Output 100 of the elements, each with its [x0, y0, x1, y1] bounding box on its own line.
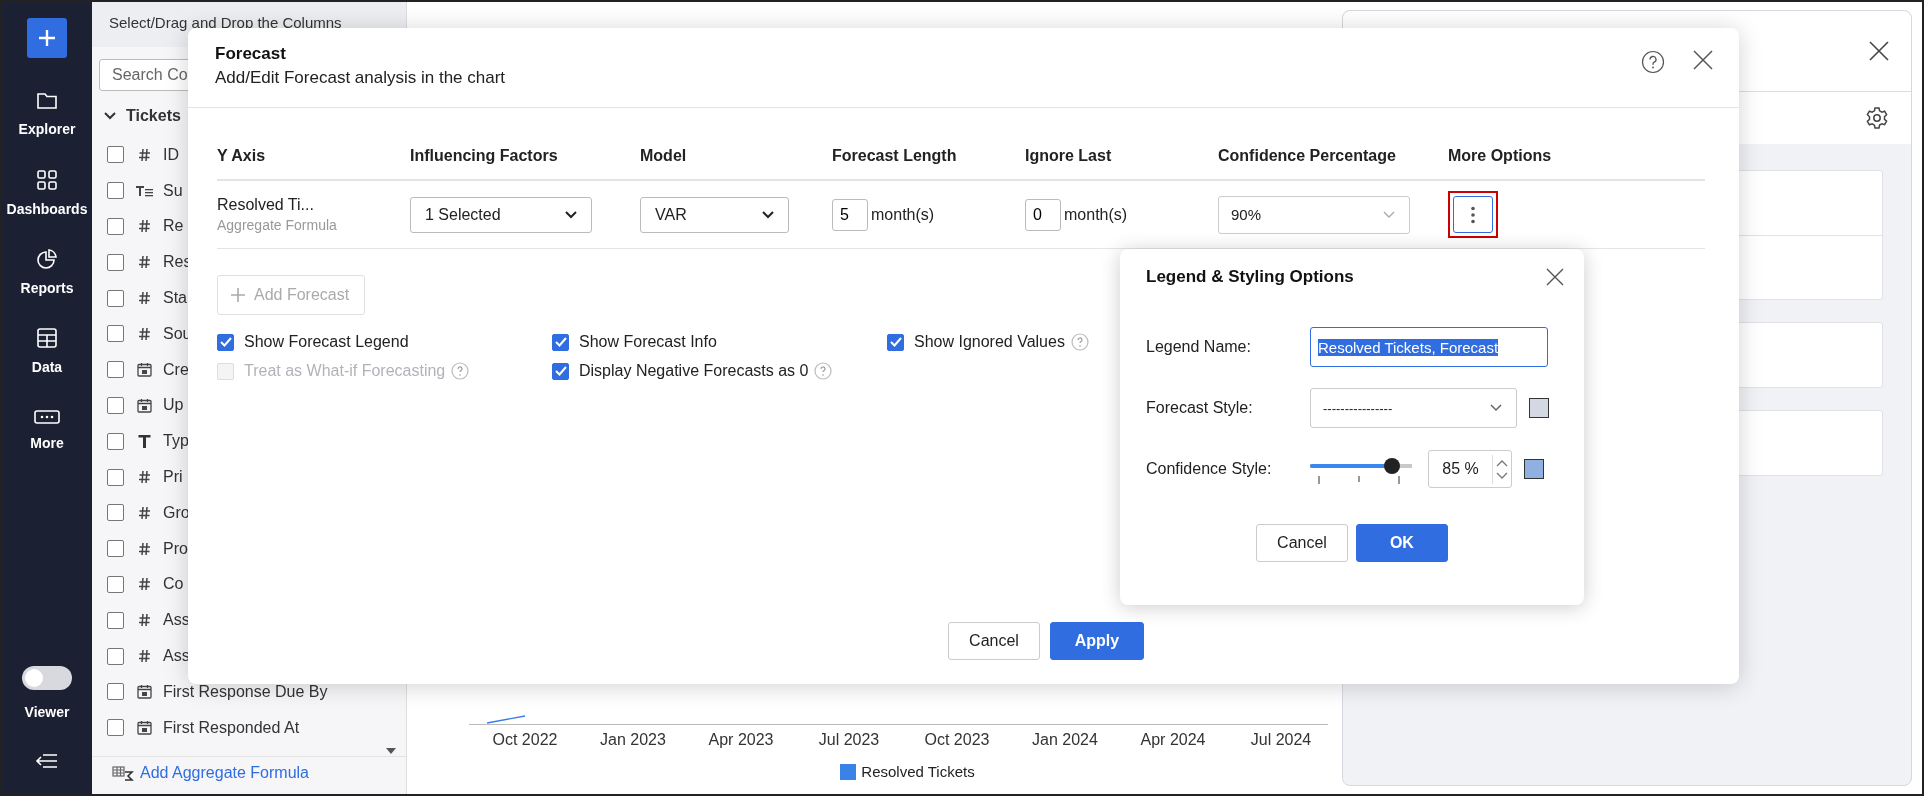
column-header: More Options — [1448, 146, 1553, 165]
scroll-down-icon[interactable] — [386, 747, 396, 754]
grid-icon — [36, 168, 58, 191]
line-segment — [487, 714, 527, 724]
arrow-down-icon[interactable] — [1496, 471, 1508, 480]
checkbox[interactable] — [107, 683, 124, 701]
plus-icon — [37, 28, 57, 48]
checkbox[interactable] — [107, 146, 124, 164]
column-name[interactable]: Pro — [163, 539, 188, 558]
checkbox[interactable] — [107, 218, 124, 235]
hash-icon — [136, 219, 153, 234]
axis-label: Oct 2022 — [491, 731, 559, 749]
unit-label: month(s) — [871, 205, 935, 224]
checkbox[interactable] — [107, 611, 124, 629]
checkbox[interactable] — [107, 289, 124, 307]
forecast-style-dropdown[interactable]: ---------------- — [1310, 388, 1517, 428]
apply-button[interactable]: Apply — [1049, 622, 1144, 660]
unit-label: month(s) — [1064, 205, 1128, 224]
checkbox[interactable] — [107, 253, 124, 271]
text-icon — [136, 184, 153, 197]
hash-icon — [136, 541, 153, 556]
hash-icon — [136, 255, 153, 270]
hash-icon — [136, 613, 153, 628]
nav-item[interactable]: Dashboards — [6, 153, 88, 232]
option-label: Show Forecast Legend — [244, 333, 409, 351]
checkbox[interactable] — [107, 325, 124, 343]
checkbox[interactable] — [107, 719, 124, 737]
close-icon[interactable] — [1546, 268, 1564, 286]
option-label: Treat as What-if Forecasting — [244, 362, 446, 380]
column-name[interactable]: First Responded At — [163, 718, 300, 737]
forecast-length-field[interactable]: 5 — [832, 198, 868, 231]
checkbox[interactable] — [107, 361, 124, 379]
checkbox[interactable] — [107, 504, 124, 522]
nav-item[interactable]: More — [30, 390, 64, 469]
axis-label: Apr 2023 — [707, 731, 775, 749]
cancel-button[interactable]: Cancel — [948, 622, 1040, 660]
column-name[interactable]: Pri — [163, 468, 183, 487]
column-name[interactable]: Cre — [163, 360, 189, 379]
chevron-icon[interactable] — [104, 111, 116, 121]
table-name[interactable]: Tickets — [126, 107, 181, 125]
column-name[interactable]: Ass — [163, 647, 190, 666]
calendar-icon — [136, 720, 153, 736]
column-name[interactable]: Re — [163, 217, 184, 236]
ok-button[interactable]: OK — [1355, 524, 1448, 562]
column-name[interactable]: Typ — [163, 432, 189, 451]
more-icon — [34, 408, 60, 425]
collapse-icon[interactable] — [35, 752, 59, 770]
checkbox[interactable] — [887, 333, 904, 351]
checkbox[interactable] — [107, 647, 124, 665]
column-name[interactable]: Co — [163, 575, 184, 594]
column-name[interactable]: First Response Due By — [163, 682, 328, 701]
checkbox[interactable] — [107, 468, 124, 486]
close-icon[interactable] — [1869, 41, 1889, 61]
opacity-spinner[interactable]: 85 % — [1428, 450, 1512, 488]
settings-icon[interactable] — [1865, 106, 1889, 130]
add-aggregate-formula-link[interactable]: Add Aggregate Formula — [140, 763, 309, 782]
type-icon — [136, 434, 153, 448]
hash-icon — [136, 577, 153, 592]
hash-icon — [136, 326, 153, 341]
legend-swatch — [840, 763, 857, 780]
nav-item[interactable]: Data — [31, 311, 63, 390]
hash-icon — [136, 470, 153, 485]
confidence-dropdown[interactable]: 90% — [1218, 195, 1410, 234]
add-button[interactable] — [27, 18, 67, 58]
checkbox[interactable] — [107, 540, 124, 558]
model-dropdown[interactable]: VAR — [640, 196, 789, 233]
toggle-label: Viewer — [24, 704, 70, 720]
checkbox[interactable] — [107, 182, 124, 200]
option-label: Display Negative Forecasts as 0 — [579, 362, 809, 380]
checkbox[interactable] — [552, 362, 569, 380]
cancel-button[interactable]: Cancel — [1256, 524, 1348, 562]
checkbox[interactable] — [552, 333, 569, 351]
axis-label: Oct 2023 — [923, 731, 991, 749]
column-name[interactable]: Ass — [163, 611, 190, 630]
color-swatch[interactable] — [1524, 459, 1544, 479]
column-name[interactable]: ID — [163, 145, 179, 164]
color-swatch[interactable] — [1529, 398, 1549, 418]
nav-item[interactable]: Reports — [20, 232, 74, 311]
checkbox[interactable] — [107, 575, 124, 593]
column-name[interactable]: Up — [163, 396, 184, 415]
option-label: Show Ignored Values — [914, 333, 1065, 351]
table-icon — [36, 326, 58, 349]
column-name[interactable]: Su — [163, 181, 183, 200]
legend-name-field[interactable]: Resolved Tickets, Forecast — [1310, 327, 1548, 367]
chevron-down-icon — [565, 210, 577, 219]
close-icon[interactable] — [1693, 50, 1713, 70]
influencing-factors-dropdown[interactable]: 1 Selected — [410, 196, 592, 233]
help-icon[interactable] — [1641, 50, 1665, 74]
checkbox[interactable] — [107, 432, 124, 450]
column-name[interactable]: Sta — [163, 289, 187, 308]
viewer-toggle[interactable] — [22, 666, 72, 690]
ignore-last-field[interactable]: 0 — [1025, 198, 1061, 231]
column-header: Y Axis — [217, 146, 267, 165]
arrow-up-icon[interactable] — [1496, 458, 1508, 467]
nav-item[interactable]: Explorer — [18, 74, 76, 153]
slider-thumb[interactable] — [1383, 458, 1400, 474]
checkbox[interactable] — [107, 396, 124, 414]
legend-label: Resolved Tickets — [861, 763, 975, 780]
measure-name: Resolved Ti... — [217, 196, 315, 214]
checkbox[interactable] — [217, 333, 234, 351]
